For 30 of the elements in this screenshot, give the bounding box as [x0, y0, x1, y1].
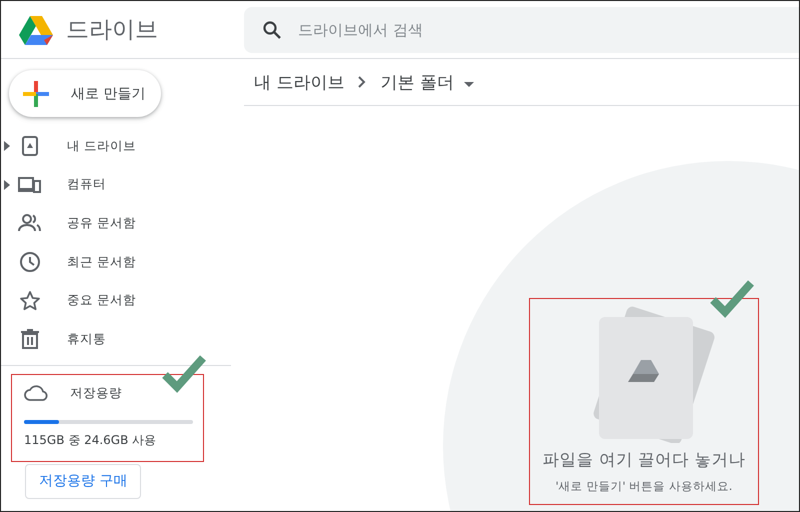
- chevron-icon: [358, 76, 366, 88]
- breadcrumb-item[interactable]: 내 드라이브: [254, 70, 344, 94]
- people-icon: [18, 213, 42, 234]
- drive-icon: [19, 135, 41, 158]
- nav-item[interactable]: 내 드라이브: [1, 127, 231, 166]
- empty-state-hint: '새로 만들기' 버튼을 사용하세요.: [556, 479, 732, 494]
- storage-label: 저장용량: [70, 384, 122, 402]
- empty-state-title: 파일을 여기 끌어다 놓거나: [542, 449, 746, 471]
- breadcrumb-item[interactable]: 기본 폴더: [380, 70, 474, 94]
- nav-item[interactable]: 최근 문서함: [1, 242, 231, 282]
- nav-item[interactable]: 공유 문서함: [1, 204, 231, 243]
- nav-item[interactable]: 휴지통: [1, 320, 231, 359]
- search-field[interactable]: 드라이브에서 검색: [296, 20, 799, 40]
- check-mark-icon: [161, 353, 207, 393]
- storage-usage-text: 115GB 중 24.6GB 사용: [24, 432, 158, 449]
- drive-logo-icon: [18, 14, 54, 46]
- search-icon: [262, 20, 282, 40]
- new-button[interactable]: 새로 만들기: [9, 70, 161, 117]
- nav-item[interactable]: 컴퓨터: [1, 166, 231, 204]
- nav-item[interactable]: 중요 문서함: [1, 281, 231, 320]
- app-name: 드라이브: [66, 16, 158, 45]
- search-bar[interactable]: 드라이브에서 검색: [244, 6, 799, 52]
- trash-icon: [20, 328, 40, 350]
- plus-icon: [23, 80, 49, 106]
- star-icon: [19, 290, 41, 312]
- clock-icon: [19, 251, 41, 274]
- buy-storage-button[interactable]: 저장용량 구매: [25, 464, 142, 499]
- computer-icon: [18, 174, 42, 195]
- check-mark-icon: [709, 278, 755, 318]
- cloud-icon: [24, 385, 48, 402]
